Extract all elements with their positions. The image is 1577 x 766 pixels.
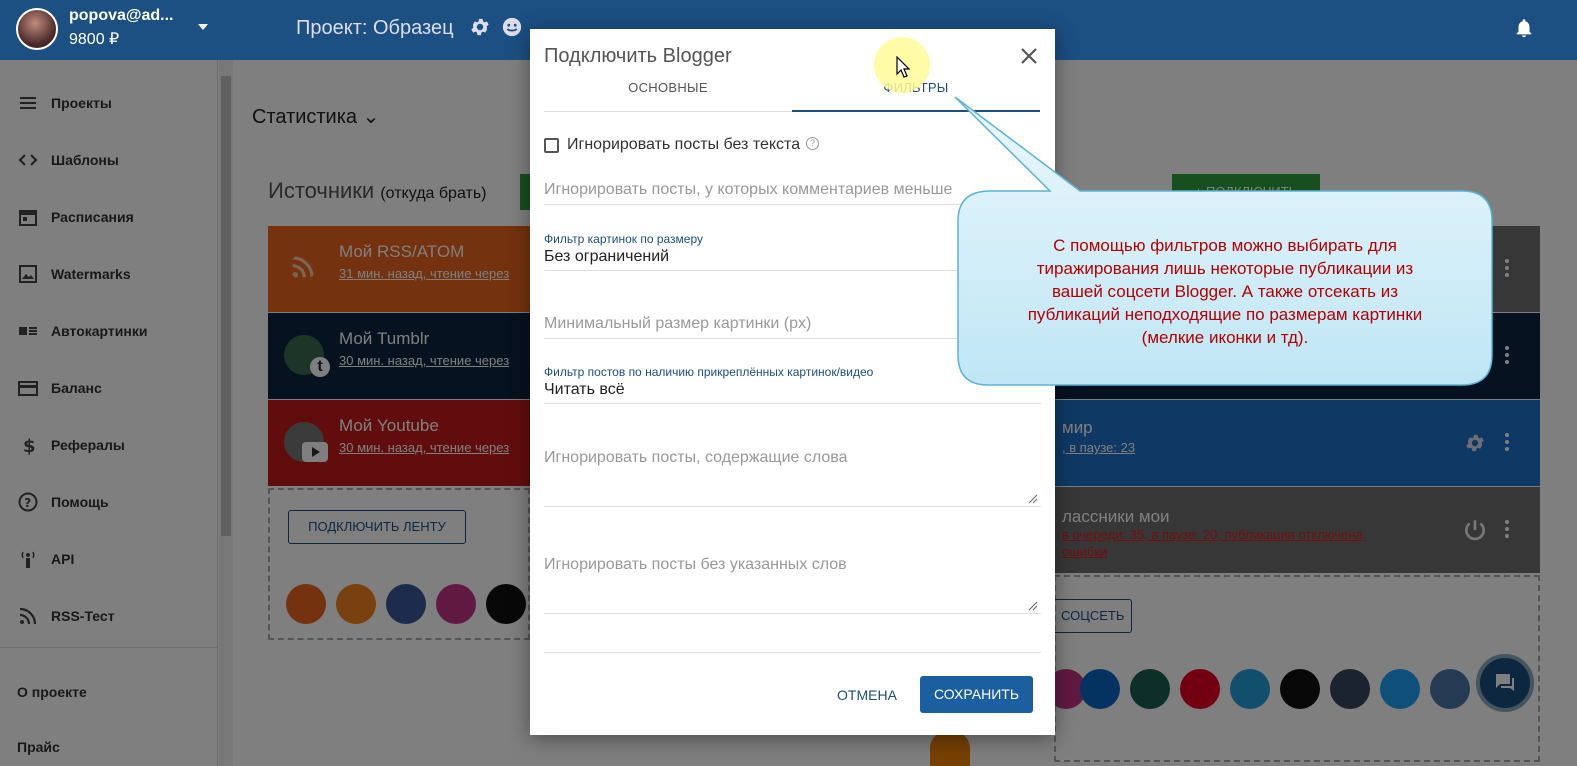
close-icon[interactable] [1018, 45, 1040, 67]
tooltip-line: вашей соцсети Blogger. А также отсекать … [1051, 282, 1399, 301]
dialog-divider [544, 633, 1041, 653]
resize-handle-icon[interactable] [1026, 492, 1038, 504]
ignore-no-text-checkbox[interactable] [544, 138, 559, 153]
tooltip-line: С помощью фильтров можно выбирать для [1053, 236, 1397, 255]
tooltip-text: С помощью фильтров можно выбирать для ти… [990, 234, 1460, 349]
smile-icon[interactable] [501, 16, 523, 38]
mouse-cursor-icon [896, 56, 910, 78]
bell-icon[interactable] [1513, 16, 1535, 40]
tab-main[interactable]: ОСНОВНЫЕ [544, 80, 792, 112]
ignore-no-text-label[interactable]: Игнорировать посты без текста [567, 136, 800, 154]
ignore-words-textarea[interactable]: Игнорировать посты, содержащие слова [544, 449, 1041, 507]
save-button[interactable]: СОХРАНИТЬ [920, 676, 1033, 713]
dialog-title: Подключить Blogger [544, 45, 732, 67]
image-filter-label: Фильтр картинок по размеру [544, 232, 704, 246]
resize-handle-icon[interactable] [1026, 599, 1038, 611]
tooltip-line: публикаций неподходящие по размерам карт… [1027, 305, 1423, 324]
cancel-button[interactable]: ОТМЕНА [830, 677, 904, 713]
tooltip-line: тиражирования лишь некоторые публикации … [1036, 259, 1414, 278]
user-balance: 9800 ₽ [69, 31, 120, 48]
required-words-textarea[interactable]: Игнорировать посты без указанных слов [544, 556, 1041, 614]
help-icon[interactable]: ? [806, 137, 819, 150]
gear-icon[interactable] [469, 16, 491, 38]
chevron-down-icon[interactable] [198, 24, 208, 30]
avatar[interactable] [16, 8, 58, 50]
tooltip-line: (мелкие иконки и тд). [1141, 328, 1309, 347]
user-email[interactable]: popova@ad... [69, 7, 174, 25]
project-title[interactable]: Проект: Образец [296, 17, 454, 40]
attachment-filter-label: Фильтр постов по наличию прикреплённых к… [544, 365, 874, 379]
